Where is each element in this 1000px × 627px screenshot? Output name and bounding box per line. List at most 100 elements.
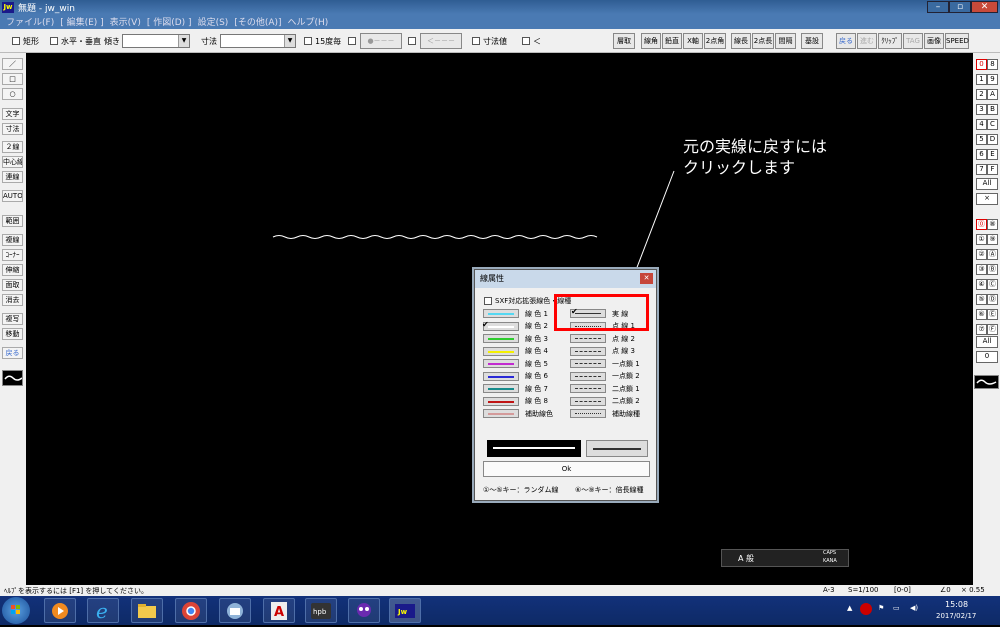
btn-x-axis[interactable]: X軸 [683, 33, 703, 49]
line-type-button-6[interactable] [570, 371, 606, 381]
status-scale[interactable]: S=1/100 [848, 586, 878, 594]
start-button[interactable] [2, 597, 30, 624]
line-type-button-2[interactable] [570, 321, 606, 331]
pattern2-checkbox[interactable] [408, 34, 419, 48]
menu-edit[interactable]: [ 編集(E) ] [60, 15, 103, 28]
group-key-9[interactable]: ⑨ [987, 234, 998, 245]
pattern2-button[interactable]: ＜－－－ [420, 33, 462, 49]
layer-key-8[interactable]: 8 [987, 59, 998, 70]
layer-key-3[interactable]: 3 [976, 104, 987, 115]
line-color-button-4[interactable] [483, 346, 519, 356]
layer-key-4[interactable]: 4 [976, 119, 987, 130]
btn-spacing[interactable]: 間隔 [775, 33, 796, 49]
tray-network-icon[interactable]: ▭ [893, 604, 900, 612]
group-key-f[interactable]: Ⓕ [987, 324, 998, 335]
taskbar-jww-icon[interactable]: Jw [389, 598, 421, 623]
close-icon[interactable]: ✕ [640, 273, 653, 284]
tool-continuous-line[interactable]: 連線 [2, 171, 23, 183]
layer-key-f[interactable]: F [987, 164, 998, 175]
taskbar-chrome-icon[interactable] [175, 598, 207, 623]
ok-button[interactable]: Ok [483, 461, 650, 477]
btn-undo[interactable]: 戻る [836, 33, 856, 49]
tool-double-line[interactable]: ２線 [2, 141, 23, 153]
line-color-button-7[interactable] [483, 384, 519, 393]
taskbar-thunderbird-icon[interactable] [219, 598, 251, 623]
btn-base-set[interactable]: 基設 [801, 33, 823, 49]
line-color-button-8[interactable] [483, 396, 519, 406]
line-type-button-9[interactable] [570, 409, 606, 418]
pattern1-button[interactable]: ●－－－ [360, 33, 402, 49]
line-color-button-1[interactable] [483, 309, 519, 318]
group-key-8[interactable]: ⑧ [987, 219, 998, 230]
group-key-d[interactable]: Ⓓ [987, 294, 998, 305]
ime-bar[interactable]: A 般 CAPS KANA [721, 549, 849, 567]
btn-line-length[interactable]: 線長 [731, 33, 751, 49]
btn-image[interactable]: 画像 [924, 33, 944, 49]
rect-checkbox[interactable]: 矩形 [12, 34, 39, 48]
line-type-button-4[interactable] [570, 346, 606, 356]
maximize-button[interactable]: ▫ [949, 1, 971, 13]
layer-key-d[interactable]: D [987, 134, 998, 145]
line-type-button-1[interactable]: ✔ [570, 307, 606, 318]
btn-layer-pick[interactable]: 層取 [613, 33, 635, 49]
btn-speed[interactable]: SPEED [945, 33, 969, 49]
taskbar-acrobat-icon[interactable]: A [263, 598, 295, 623]
minimize-button[interactable]: – [927, 1, 949, 13]
tool-offset[interactable]: 複線 [2, 234, 23, 246]
menu-other[interactable]: [その他(A)] [234, 15, 281, 28]
tool-copy[interactable]: 複写 [2, 313, 23, 325]
layer-key-6[interactable]: 6 [976, 149, 987, 160]
group-key-7[interactable]: ⑦ [976, 324, 987, 335]
taskbar-game-icon[interactable] [348, 598, 380, 623]
tool-line[interactable]: ／ [2, 58, 23, 70]
close-button[interactable]: ✕ [971, 1, 998, 13]
status-angle[interactable]: ∠0 [940, 586, 951, 594]
group-key-5[interactable]: ⑤ [976, 294, 987, 305]
taskbar-hpb-icon[interactable]: hpb [305, 598, 337, 623]
group-key-b[interactable]: Ⓑ [987, 264, 998, 275]
tray-flag-icon[interactable]: ⚑ [878, 604, 884, 612]
group-key-3[interactable]: ③ [976, 264, 987, 275]
layer-key-0[interactable]: 0 [976, 59, 987, 70]
btn-redo[interactable]: 進む [857, 33, 877, 49]
status-paper[interactable]: A-3 [823, 586, 835, 594]
tool-dimension[interactable]: 寸法 [2, 123, 23, 135]
group-key-4[interactable]: ④ [976, 279, 987, 290]
line-color-button-3[interactable] [483, 334, 519, 343]
tool-erase[interactable]: 消去 [2, 294, 23, 306]
slope-combo[interactable]: ▼ [122, 34, 190, 48]
menu-draw[interactable]: [ 作図(D) ] [147, 15, 192, 28]
tool-rectangle[interactable]: □ [2, 73, 23, 85]
layer-key-e[interactable]: E [987, 149, 998, 160]
menu-view[interactable]: 表示(V) [110, 15, 141, 28]
group-key-1[interactable]: ① [976, 234, 987, 245]
taskbar-explorer-icon[interactable] [131, 598, 163, 623]
pattern1-checkbox[interactable] [348, 34, 359, 48]
hv-checkbox[interactable]: 水平・垂直 [50, 34, 101, 48]
deg15-checkbox[interactable]: 15度毎 [304, 34, 341, 48]
tool-auto[interactable]: AUTO [2, 190, 23, 202]
btn-tag[interactable]: TAG [903, 33, 923, 49]
tool-stretch[interactable]: 伸縮 [2, 264, 23, 276]
taskbar-time[interactable]: 15:08 [945, 600, 968, 609]
taskbar-date[interactable]: 2017/02/17 [936, 612, 976, 620]
layer-key-a[interactable]: A [987, 89, 998, 100]
tool-undo[interactable]: 戻る [2, 347, 23, 359]
group-zero-button[interactable]: 0 [976, 351, 998, 363]
line-color-button-2[interactable]: ✔ [482, 320, 519, 331]
group-key-0[interactable]: ⓪ [976, 219, 987, 230]
line-type-button-5[interactable] [570, 359, 606, 368]
btn-line-angle[interactable]: 線角 [641, 33, 661, 49]
group-key-c[interactable]: Ⓒ [987, 279, 998, 290]
layer-key-9[interactable]: 9 [987, 74, 998, 85]
lt-checkbox[interactable]: ＜ [522, 34, 541, 48]
tool-range[interactable]: 範囲 [2, 215, 23, 227]
layer-close-button[interactable]: × [976, 193, 998, 205]
group-key-a[interactable]: Ⓐ [987, 249, 998, 260]
layer-key-2[interactable]: 2 [976, 89, 987, 100]
status-factor[interactable]: × 0.55 [961, 586, 985, 594]
tool-text[interactable]: 文字 [2, 108, 23, 120]
layer-key-b[interactable]: B [987, 104, 998, 115]
status-layer[interactable]: [0-0] [894, 586, 911, 594]
line-type-button-3[interactable] [570, 334, 606, 343]
